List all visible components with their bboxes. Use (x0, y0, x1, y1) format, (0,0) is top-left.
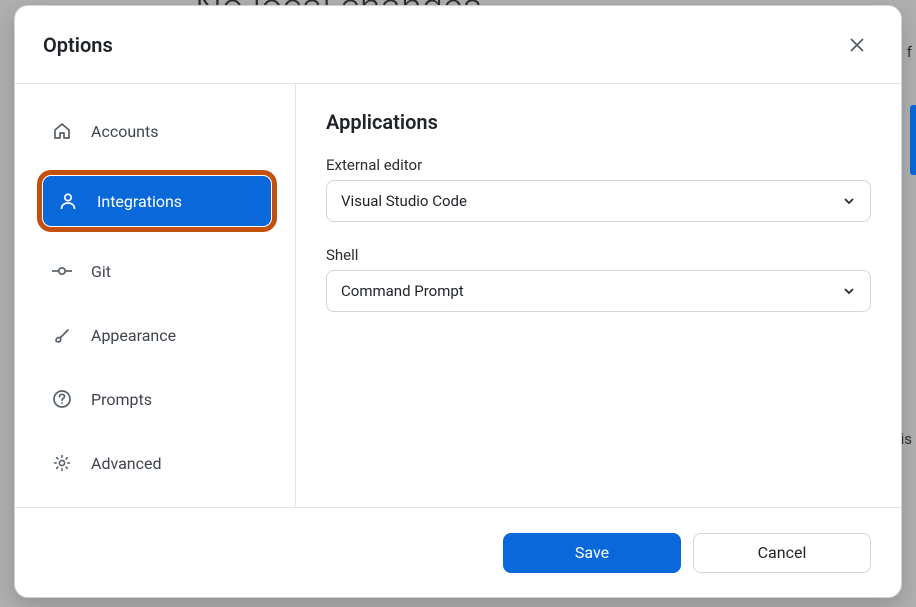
background-accent (910, 105, 916, 175)
dialog-title: Options (43, 33, 113, 57)
section-heading: Applications (326, 110, 871, 134)
shell-select[interactable]: Command Prompt (326, 270, 871, 312)
dialog-header: Options (15, 6, 901, 84)
background-fragment: f (907, 43, 912, 61)
sidebar-item-git[interactable]: Git (37, 246, 277, 296)
shell-label: Shell (326, 246, 871, 264)
sidebar-item-appearance[interactable]: Appearance (37, 310, 277, 360)
person-icon (57, 190, 79, 212)
sidebar-item-label: Advanced (91, 454, 162, 473)
sidebar-item-prompts[interactable]: Prompts (37, 374, 277, 424)
external-editor-label: External editor (326, 156, 871, 174)
select-value: Visual Studio Code (341, 192, 467, 210)
content-pane: Applications External editor Visual Stud… (296, 84, 901, 507)
sidebar-item-integrations[interactable]: Integrations (43, 176, 271, 226)
commit-icon (51, 260, 73, 282)
question-icon (51, 388, 73, 410)
close-button[interactable] (841, 29, 873, 61)
options-dialog: Options Accounts Integrations (14, 5, 902, 598)
sidebar-item-highlight: Integrations (37, 170, 277, 232)
sidebar-item-label: Accounts (91, 122, 158, 141)
chevron-down-icon (842, 194, 856, 208)
home-icon (51, 120, 73, 142)
sidebar-item-label: Appearance (91, 326, 176, 345)
dialog-footer: Save Cancel (15, 507, 901, 597)
sidebar-item-label: Git (91, 262, 111, 281)
sidebar-item-label: Prompts (91, 390, 152, 409)
cancel-button[interactable]: Cancel (693, 533, 871, 573)
sidebar-item-accounts[interactable]: Accounts (37, 106, 277, 156)
sidebar-item-label: Integrations (97, 192, 182, 211)
sidebar: Accounts Integrations Git (15, 84, 296, 507)
gear-icon (51, 452, 73, 474)
close-icon (850, 38, 864, 52)
chevron-down-icon (842, 284, 856, 298)
external-editor-select[interactable]: Visual Studio Code (326, 180, 871, 222)
background-fragment: is (901, 430, 912, 448)
save-button[interactable]: Save (503, 533, 681, 573)
paintbrush-icon (51, 324, 73, 346)
sidebar-item-advanced[interactable]: Advanced (37, 438, 277, 488)
dialog-body: Accounts Integrations Git (15, 84, 901, 507)
select-value: Command Prompt (341, 282, 464, 300)
